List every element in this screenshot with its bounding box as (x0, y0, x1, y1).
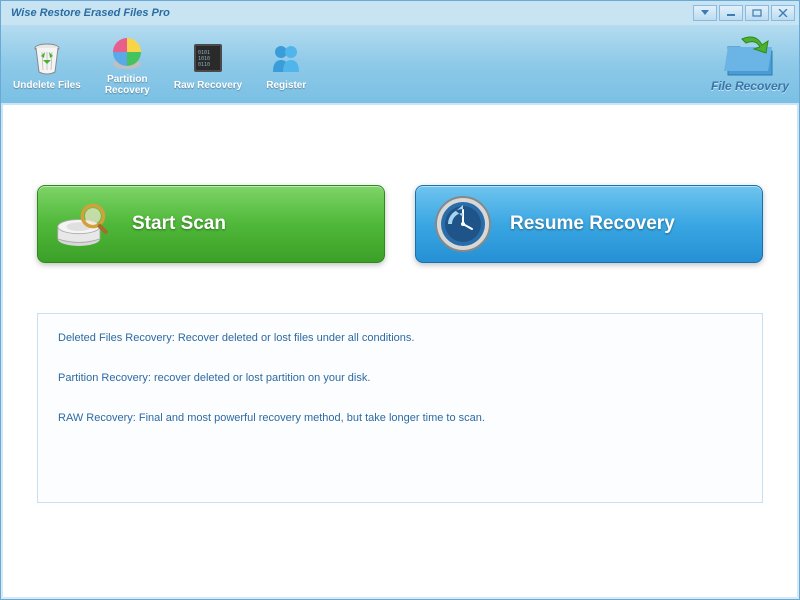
dropdown-button[interactable] (693, 5, 717, 21)
button-label: Start Scan (132, 213, 226, 235)
toolbar-label: Partition Recovery (105, 74, 150, 96)
folder-arrow-icon (718, 31, 782, 79)
recycle-bin-icon (27, 38, 67, 78)
maximize-button[interactable] (745, 5, 769, 21)
window-controls (693, 5, 795, 21)
toolbar: Undelete Files Partition Recovery 010 (1, 25, 799, 103)
minimize-button[interactable] (719, 5, 743, 21)
register-button[interactable]: Register (266, 38, 306, 91)
toolbar-label: Raw Recovery (174, 80, 242, 91)
svg-text:0110: 0110 (198, 62, 210, 68)
info-panel: Deleted Files Recovery: Recover deleted … (37, 313, 763, 503)
button-label: Resume Recovery (510, 213, 675, 235)
info-deleted-files: Deleted Files Recovery: Recover deleted … (58, 332, 742, 344)
pie-chart-icon (107, 32, 147, 72)
content-area: Start Scan Resume Recovery Deleted (3, 105, 797, 597)
people-icon (266, 38, 306, 78)
window-title: Wise Restore Erased Files Pro (11, 7, 170, 19)
app-window: Wise Restore Erased Files Pro (0, 0, 800, 600)
binary-disk-icon: 0101 1010 0110 (188, 38, 228, 78)
partition-recovery-button[interactable]: Partition Recovery (105, 32, 150, 96)
resume-recovery-button[interactable]: Resume Recovery (415, 185, 763, 263)
info-raw-recovery: RAW Recovery: Final and most powerful re… (58, 412, 742, 424)
undelete-files-button[interactable]: Undelete Files (13, 38, 81, 91)
start-scan-button[interactable]: Start Scan (37, 185, 385, 263)
titlebar: Wise Restore Erased Files Pro (1, 1, 799, 25)
info-partition-recovery: Partition Recovery: recover deleted or l… (58, 372, 742, 384)
clock-restore-icon (434, 195, 492, 253)
action-row: Start Scan Resume Recovery (37, 185, 763, 263)
file-recovery-badge: File Recovery (711, 31, 789, 93)
raw-recovery-button[interactable]: 0101 1010 0110 Raw Recovery (174, 38, 242, 91)
disk-scan-icon (56, 195, 114, 253)
file-recovery-label: File Recovery (711, 79, 789, 93)
close-button[interactable] (771, 5, 795, 21)
toolbar-label: Register (266, 80, 306, 91)
toolbar-label: Undelete Files (13, 80, 81, 91)
